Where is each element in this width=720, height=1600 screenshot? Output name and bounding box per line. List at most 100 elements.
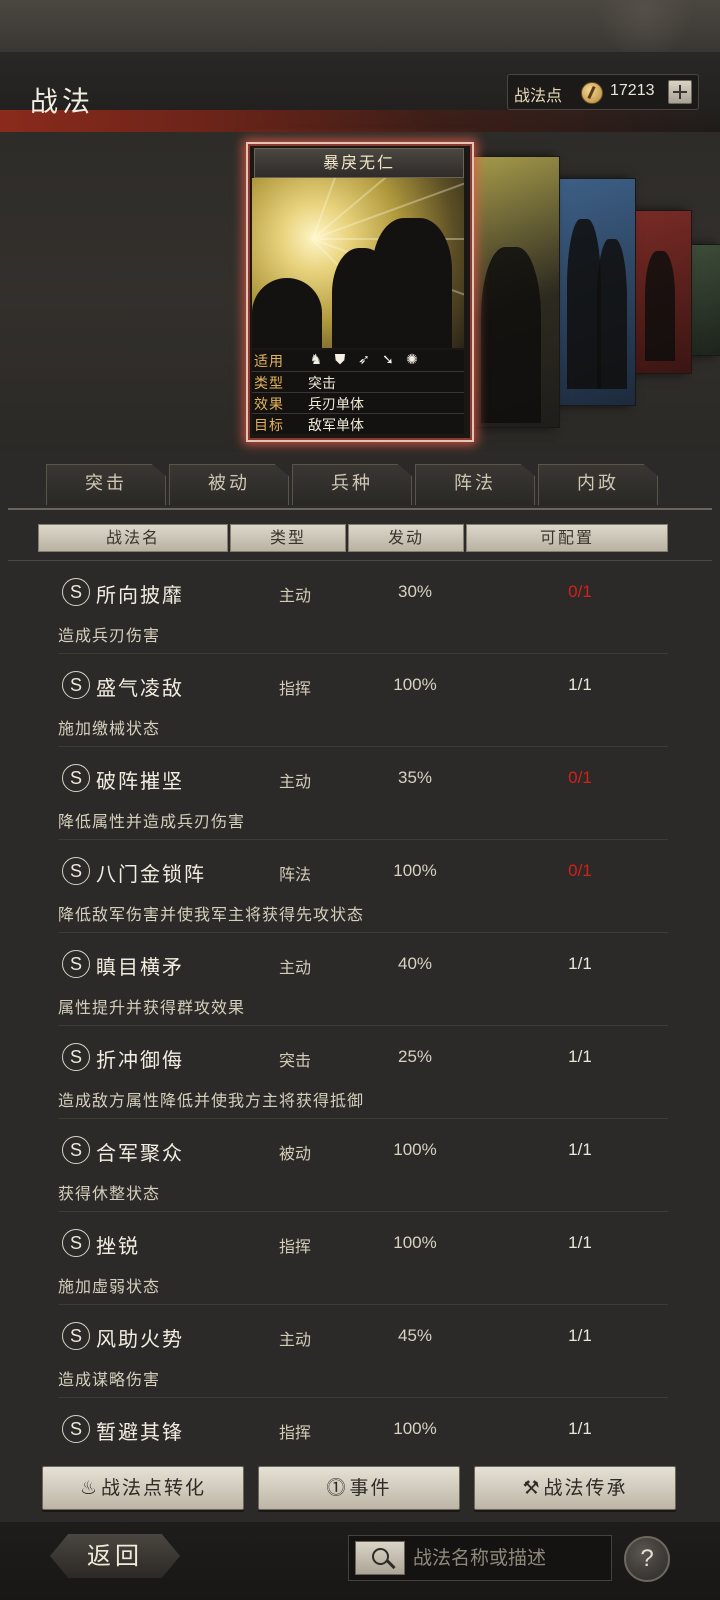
skill-description: 施加缴械状态 <box>58 719 161 738</box>
skill-row[interactable]: S 所向披靡 主动 30% 0/1 造成兵刃伤害 <box>0 562 720 657</box>
skill-row[interactable]: S 破阵摧坚 主动 35% 0/1 降低属性并造成兵刃伤害 <box>0 748 720 843</box>
skill-slot-count: 0/1 <box>568 861 592 880</box>
skill-row[interactable]: S 挫锐 指挥 100% 1/1 施加虚弱状态 <box>0 1213 720 1308</box>
skill-name: 瞋目横矛 <box>96 955 184 979</box>
grade-s-icon: S <box>62 1136 90 1164</box>
tab-internal-affairs[interactable]: 内政 <box>538 464 658 505</box>
stat-row-type: 类型 突击 <box>252 371 464 393</box>
stat-value: 兵刃单体 <box>308 397 364 413</box>
row-divider <box>58 932 668 933</box>
skill-type: 指挥 <box>278 679 311 698</box>
events-label: 事件 <box>349 1477 392 1499</box>
grade-s-icon: S <box>62 1415 90 1443</box>
skill-list[interactable]: S 所向披靡 主动 30% 0/1 造成兵刃伤害 S 盛气凌敌 指挥 100% 1/1 施加缴械状态 S… <box>0 562 720 1460</box>
skill-trigger-rate: 100% <box>393 1233 437 1252</box>
skill-description: 降低敌军伤害并使我军主将获得先攻状态 <box>58 905 365 924</box>
table-header: 战法名 类型 发动 可配置 <box>38 524 682 552</box>
skill-row[interactable]: S 风助火势 主动 45% 1/1 造成谋略伤害 <box>0 1306 720 1401</box>
skill-slot-count: 0/1 <box>568 768 592 787</box>
skill-trigger-rate: 100% <box>393 861 437 880</box>
skill-slot-count: 1/1 <box>568 675 592 694</box>
back-button[interactable]: 返回 <box>50 1534 180 1578</box>
row-divider <box>58 1304 668 1305</box>
tab-formation[interactable]: 阵法 <box>415 464 535 505</box>
skill-points-panel: 战法点 17213 <box>507 74 699 110</box>
tab-passive[interactable]: 被动 <box>169 464 289 505</box>
grade-s-icon: S <box>62 1229 90 1257</box>
skill-type: 主动 <box>278 772 311 791</box>
row-divider <box>58 839 668 840</box>
skill-type: 被动 <box>278 1144 311 1163</box>
notice-icon: ⓵ <box>326 1477 348 1499</box>
category-tabs: 突击 被动 兵种 阵法 内政 <box>36 464 676 508</box>
grade-s-icon: S <box>62 950 90 978</box>
tabs-divider <box>8 508 712 510</box>
skill-trigger-rate: 100% <box>393 1140 437 1159</box>
skill-trigger-rate: 100% <box>393 675 437 694</box>
skill-description: 获得休整状态 <box>58 1184 161 1203</box>
skill-card-carousel[interactable]: 暴戾无仁 适用 ♞ ⛊ ➶ ➘ ✺ 类型 突击 效果 兵刃单体 目标 敌军单体 <box>0 132 720 452</box>
flame-icon: ♨ <box>79 1477 100 1499</box>
events-button[interactable]: ⓵ 事件 <box>258 1466 460 1510</box>
hammer-icon: ⚒ <box>522 1477 542 1499</box>
stat-key: 类型 <box>254 376 284 392</box>
chariot-icon: ✺ <box>406 352 418 368</box>
skill-type: 主动 <box>278 586 311 605</box>
card-stats: 适用 ♞ ⛊ ➶ ➘ ✺ 类型 突击 效果 兵刃单体 目标 敌军单体 <box>252 350 464 434</box>
card-preview[interactable] <box>556 178 636 406</box>
skill-points-label: 战法点 <box>514 86 563 105</box>
cavalry-icon: ♞ <box>309 352 323 368</box>
add-points-button[interactable] <box>668 80 692 104</box>
skill-name: 挫锐 <box>96 1234 140 1258</box>
skill-description: 降低属性并造成兵刃伤害 <box>58 812 246 831</box>
skill-trigger-rate: 30% <box>397 582 433 601</box>
skill-description: 属性提升并获得群攻效果 <box>58 998 246 1017</box>
selected-skill-card[interactable]: 暴戾无仁 适用 ♞ ⛊ ➶ ➘ ✺ 类型 突击 效果 兵刃单体 目标 敌军单体 <box>246 142 474 442</box>
skill-trigger-rate: 40% <box>397 954 433 973</box>
skill-slot-count: 1/1 <box>568 954 592 973</box>
skill-slot-count: 1/1 <box>568 1047 592 1066</box>
skill-row[interactable]: S 八门金锁阵 阵法 100% 0/1 降低敌军伤害并使我军主将获得先攻状态 <box>0 841 720 936</box>
inherit-button[interactable]: ⚒ 战法传承 <box>474 1466 676 1510</box>
skill-row[interactable]: S 盛气凌敌 指挥 100% 1/1 施加缴械状态 <box>0 655 720 750</box>
header-red-glow <box>0 110 720 132</box>
convert-points-button[interactable]: ♨ 战法点转化 <box>42 1466 244 1510</box>
skill-name: 暂避其锋 <box>96 1420 184 1444</box>
skill-name: 折冲御侮 <box>96 1048 184 1072</box>
skill-type: 主动 <box>278 1330 311 1349</box>
grade-s-icon: S <box>62 764 90 792</box>
skill-row[interactable]: S 暂避其锋 指挥 100% 1/1 <box>0 1399 720 1460</box>
row-divider <box>58 1025 668 1026</box>
column-header-type[interactable]: 类型 <box>230 524 346 552</box>
search-input[interactable] <box>411 1542 607 1574</box>
skill-row[interactable]: S 折冲御侮 突击 25% 1/1 造成敌方属性降低并使我方主将获得抵御 <box>0 1027 720 1122</box>
archer-icon: ➶ <box>358 352 370 368</box>
row-divider <box>58 1211 668 1212</box>
card-preview[interactable] <box>630 210 692 374</box>
column-header-rate[interactable]: 发动 <box>348 524 464 552</box>
page-title: 战法 <box>30 85 95 118</box>
skill-type: 指挥 <box>278 1423 311 1442</box>
grade-s-icon: S <box>62 671 90 699</box>
skill-description: 施加虚弱状态 <box>58 1277 161 1296</box>
column-header-name[interactable]: 战法名 <box>38 524 228 552</box>
search-button[interactable] <box>355 1541 405 1575</box>
skill-row[interactable]: S 瞋目横矛 主动 40% 1/1 属性提升并获得群攻效果 <box>0 934 720 1029</box>
skill-point-coin-icon <box>581 82 603 104</box>
skill-name: 合军聚众 <box>96 1141 184 1165</box>
skill-trigger-rate: 100% <box>393 1419 437 1438</box>
skill-name: 所向披靡 <box>96 583 184 607</box>
row-divider <box>58 1397 668 1398</box>
card-preview[interactable] <box>472 156 560 428</box>
column-header-slots[interactable]: 可配置 <box>466 524 668 552</box>
skill-row[interactable]: S 合军聚众 被动 100% 1/1 获得休整状态 <box>0 1120 720 1215</box>
help-button[interactable]: ? <box>624 1536 670 1582</box>
skill-name: 破阵摧坚 <box>96 769 184 793</box>
skill-points-value: 17213 <box>610 82 655 99</box>
shield-icon: ⛊ <box>334 352 346 368</box>
grade-s-icon: S <box>62 1322 90 1350</box>
grade-s-icon: S <box>62 578 90 606</box>
tab-troop[interactable]: 兵种 <box>292 464 412 505</box>
row-divider <box>58 653 668 654</box>
tab-assault[interactable]: 突击 <box>46 464 166 505</box>
